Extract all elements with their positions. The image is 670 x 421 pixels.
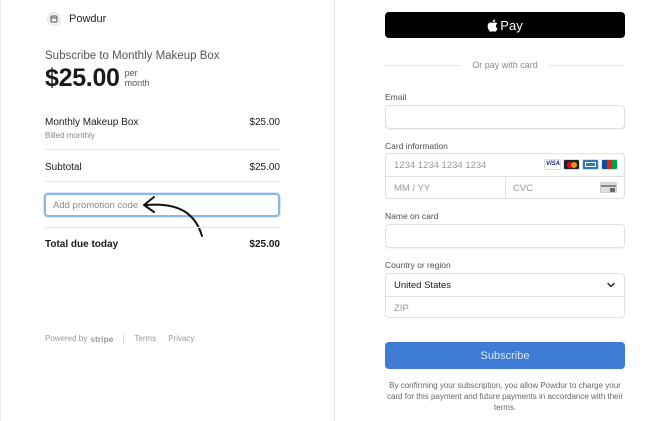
subtotal-amount: $25.00 bbox=[249, 162, 280, 173]
card-information-group: 1234 1234 1234 1234 VISA MM / YY CVC bbox=[385, 153, 625, 199]
zip-input[interactable]: ZIP bbox=[394, 303, 409, 314]
divider bbox=[45, 149, 280, 150]
visa-icon: VISA bbox=[544, 159, 561, 170]
subscribe-button[interactable]: Subscribe bbox=[385, 342, 625, 369]
apple-pay-label: Pay bbox=[500, 17, 523, 33]
total-row: Total due today $25.00 bbox=[45, 239, 280, 250]
legal-text: By confirming your subscription, you all… bbox=[386, 381, 624, 412]
price-period: per month bbox=[124, 68, 150, 88]
card-divider bbox=[505, 176, 506, 198]
apple-pay-button[interactable]: Pay bbox=[385, 12, 625, 38]
line-item-billing: Billed monthly bbox=[45, 131, 95, 140]
total-label: Total due today bbox=[45, 239, 119, 250]
cvc-input[interactable]: CVC bbox=[513, 183, 533, 194]
or-text: Or pay with card bbox=[472, 60, 538, 70]
or-line-left bbox=[385, 64, 463, 66]
country-group: United States ZIP bbox=[385, 273, 625, 318]
brand-name: Powdur bbox=[69, 13, 107, 25]
powered-by-text: Powered by bbox=[45, 334, 88, 343]
privacy-link[interactable]: Privacy bbox=[168, 334, 194, 343]
country-label: Country or region bbox=[385, 260, 451, 270]
or-line-right bbox=[547, 64, 625, 66]
line-item: Monthly Makeup Box $25.00 bbox=[45, 117, 280, 128]
country-select[interactable]: United States bbox=[394, 280, 451, 291]
price: $25.00 per month bbox=[45, 64, 155, 93]
cvc-card-icon bbox=[600, 182, 617, 193]
total-amount: $25.00 bbox=[249, 239, 280, 250]
email-label: Email bbox=[385, 92, 407, 102]
line-item-amount: $25.00 bbox=[249, 117, 280, 128]
card-brands: VISA bbox=[542, 159, 618, 170]
expiry-input[interactable]: MM / YY bbox=[394, 183, 430, 194]
footer: Powered by stripe Terms Privacy bbox=[45, 333, 206, 344]
brand-logo-icon bbox=[47, 12, 61, 26]
subscription-title: Subscribe to Monthly Makeup Box bbox=[45, 50, 220, 62]
jcb-icon bbox=[601, 159, 618, 170]
amex-icon bbox=[582, 159, 599, 170]
divider bbox=[45, 227, 280, 228]
chevron-down-icon[interactable] bbox=[606, 280, 616, 290]
line-item-name: Monthly Makeup Box bbox=[45, 117, 139, 128]
panel-edge bbox=[0, 0, 1, 421]
name-on-card-field[interactable] bbox=[385, 224, 625, 248]
pointer-arrow-icon bbox=[143, 196, 203, 237]
brand[interactable]: Powdur bbox=[47, 12, 106, 26]
email-field[interactable] bbox=[385, 105, 625, 129]
order-summary-panel: Powdur Subscribe to Monthly Makeup Box $… bbox=[0, 0, 335, 421]
card-number-input[interactable]: 1234 1234 1234 1234 bbox=[394, 160, 486, 171]
country-divider bbox=[386, 296, 624, 297]
subtotal-label: Subtotal bbox=[45, 162, 82, 173]
mastercard-icon bbox=[563, 159, 580, 170]
stripe-logo[interactable]: stripe bbox=[90, 334, 113, 344]
apple-logo-icon bbox=[487, 19, 498, 32]
footer-separator bbox=[123, 333, 125, 344]
name-on-card-label: Name on card bbox=[385, 211, 439, 221]
or-divider: Or pay with card bbox=[385, 59, 625, 71]
card-information-label: Card information bbox=[385, 141, 448, 151]
price-amount: $25.00 bbox=[45, 64, 120, 92]
subtotal-row: Subtotal $25.00 bbox=[45, 162, 280, 173]
terms-link[interactable]: Terms bbox=[134, 334, 156, 343]
divider bbox=[45, 181, 280, 182]
